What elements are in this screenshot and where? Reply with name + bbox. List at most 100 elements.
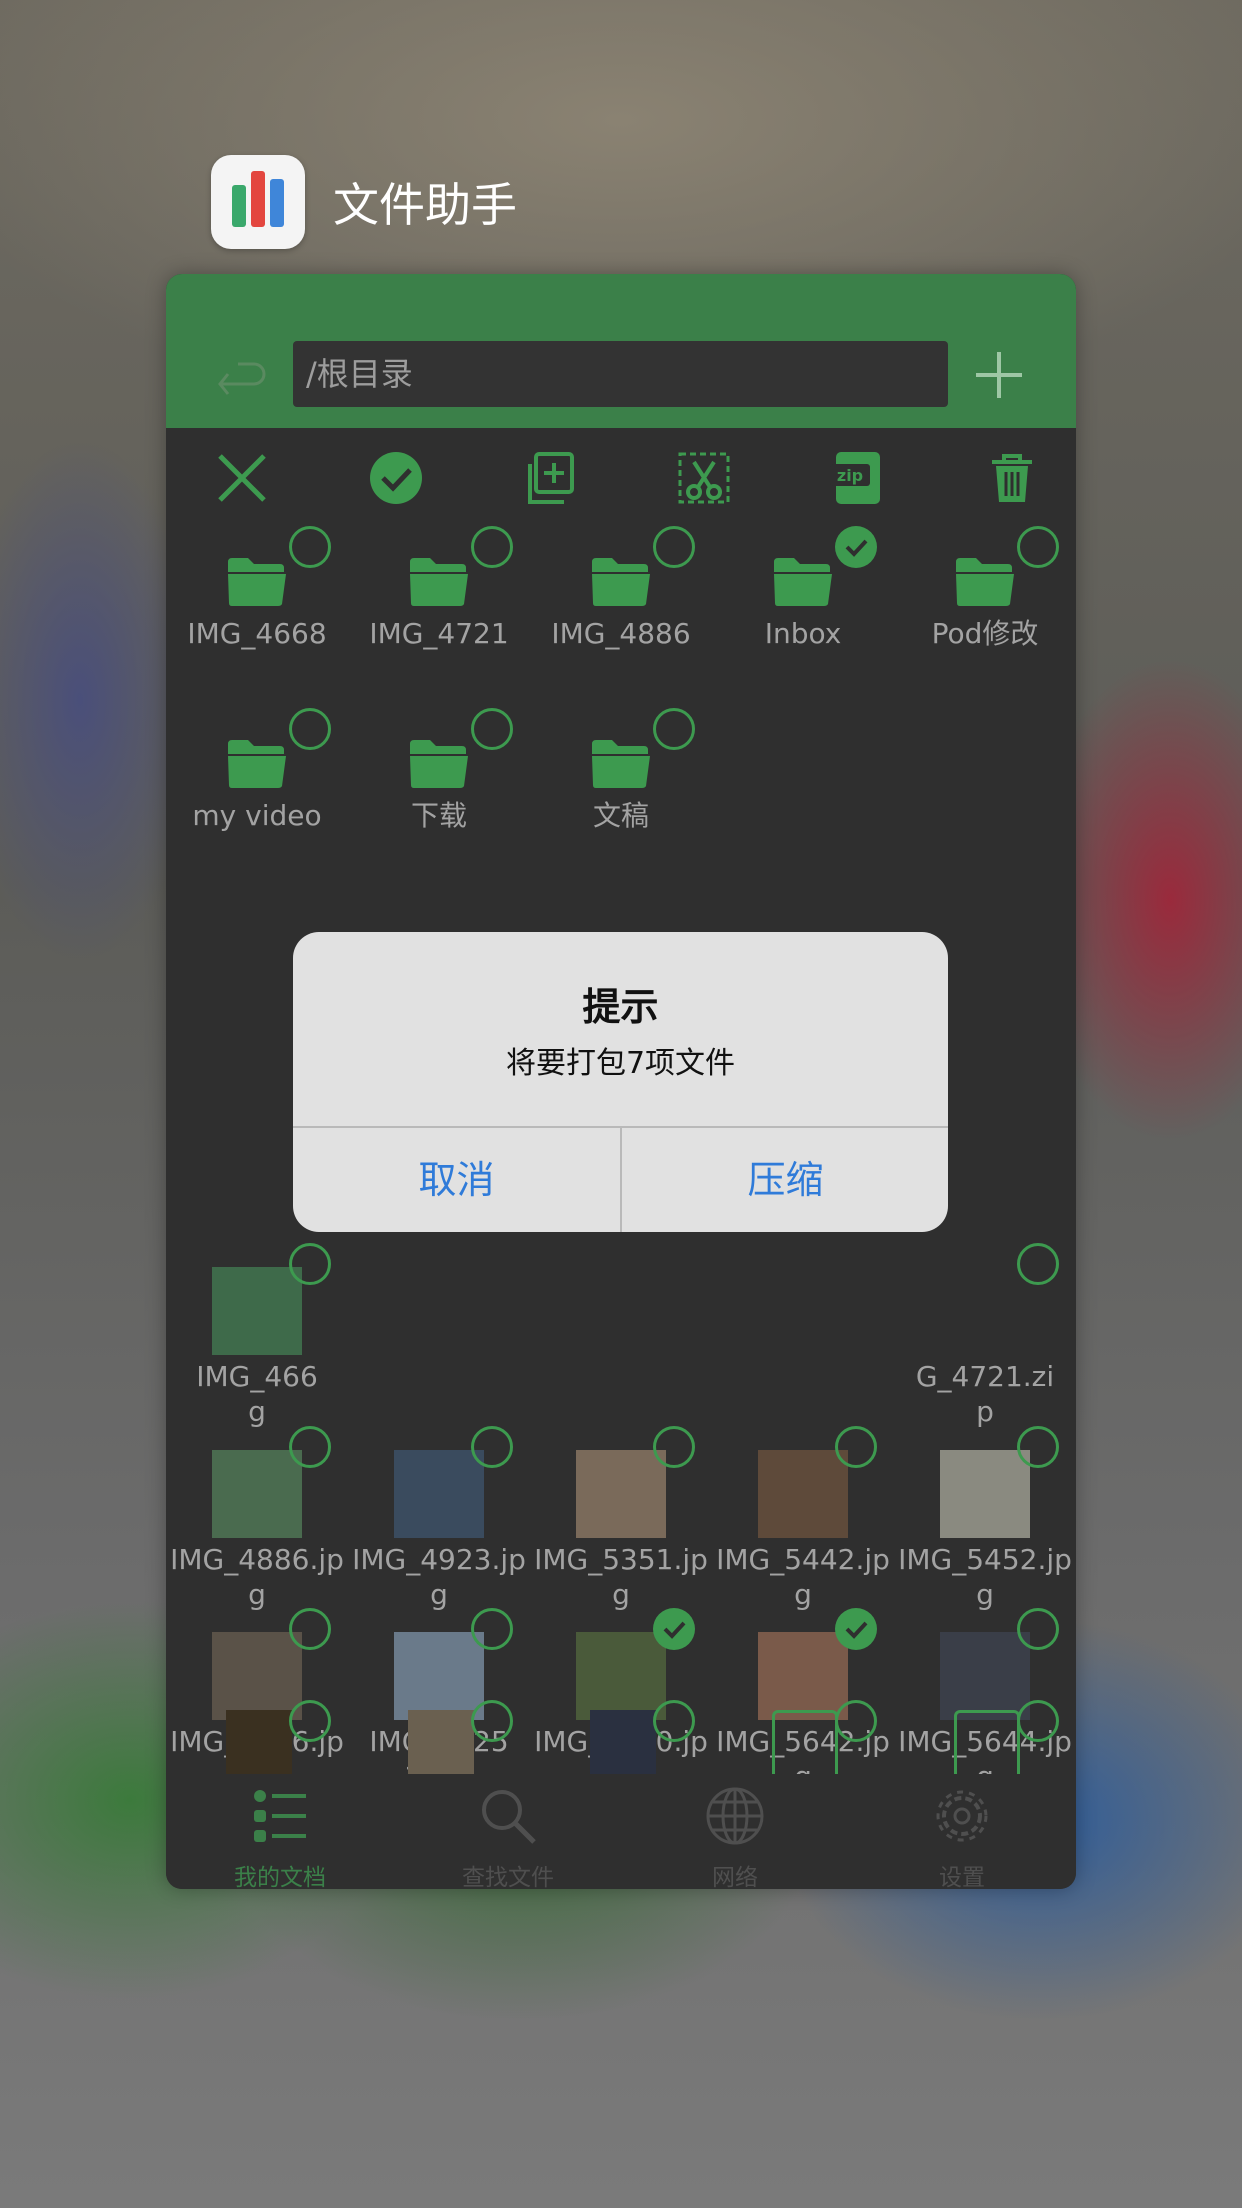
header-bar: /根目录 xyxy=(166,274,1076,428)
photo-thumbnail xyxy=(212,1450,302,1538)
file-item[interactable]: IMG_5452.jp g xyxy=(894,1426,1076,1611)
photo-thumbnail xyxy=(212,1632,302,1720)
tab-bar: 我的文档 查找文件 网络 设置 xyxy=(166,1774,1076,1889)
checkbox[interactable] xyxy=(653,526,695,568)
file-icon[interactable] xyxy=(772,1710,838,1774)
back-icon[interactable] xyxy=(212,354,272,414)
checkbox[interactable] xyxy=(289,526,331,568)
tab-network[interactable]: 网络 xyxy=(621,1774,849,1889)
dialog-title: 提示 xyxy=(582,985,659,1029)
app-name: 文件助手 xyxy=(333,178,517,232)
file-item[interactable]: IMG_5442.jp g xyxy=(712,1426,894,1611)
cancel-button[interactable]: 取消 xyxy=(293,1128,620,1232)
checkbox[interactable] xyxy=(471,1608,513,1650)
select-all-icon[interactable] xyxy=(366,448,426,508)
checkbox[interactable] xyxy=(1017,1700,1059,1742)
photo-thumbnail[interactable] xyxy=(590,1710,656,1774)
folder-item[interactable]: IMG_4668 xyxy=(166,524,348,694)
file-item[interactable]: IMG_466 g xyxy=(166,1243,348,1428)
folder-item[interactable]: IMG_4721 xyxy=(348,524,530,694)
copy-icon[interactable] xyxy=(520,448,580,508)
file-name: IMG_5351.jp xyxy=(534,1543,708,1576)
photo-thumbnail xyxy=(576,1450,666,1538)
checkbox[interactable] xyxy=(1017,1426,1059,1468)
checked-checkbox[interactable] xyxy=(653,1608,695,1650)
checkbox[interactable] xyxy=(289,708,331,750)
trash-icon[interactable] xyxy=(982,448,1042,508)
tab-label: 网络 xyxy=(712,1865,758,1889)
folder-icon xyxy=(590,738,652,794)
edit-toolbar: zip xyxy=(166,428,1076,528)
folder-name: my video xyxy=(192,799,322,832)
checkbox[interactable] xyxy=(835,1700,877,1742)
list-icon xyxy=(254,1790,306,1842)
compress-button[interactable]: 压缩 xyxy=(622,1128,948,1232)
checkbox[interactable] xyxy=(289,1700,331,1742)
photo-thumbnail[interactable] xyxy=(408,1710,474,1774)
checkbox[interactable] xyxy=(653,1700,695,1742)
checkbox[interactable] xyxy=(653,708,695,750)
checked-checkbox[interactable] xyxy=(835,526,877,568)
file-name-wrap: g xyxy=(612,1578,630,1611)
folder-icon xyxy=(408,556,470,612)
folder-name: IMG_4668 xyxy=(187,617,327,650)
folder-item[interactable]: 下载 xyxy=(348,706,530,876)
checkmark-icon xyxy=(663,1621,686,1639)
file-name-wrap: g xyxy=(430,1578,448,1611)
checkbox[interactable] xyxy=(1017,1243,1059,1285)
photo-thumbnail xyxy=(212,1267,302,1355)
checkmark-icon xyxy=(845,539,868,557)
checkbox[interactable] xyxy=(835,1426,877,1468)
app-label[interactable]: 文件助手 xyxy=(211,155,517,249)
file-name: IMG_466 xyxy=(196,1360,318,1393)
checkbox[interactable] xyxy=(471,708,513,750)
tab-search[interactable]: 查找文件 xyxy=(394,1774,622,1889)
checkbox[interactable] xyxy=(289,1426,331,1468)
photo-thumbnail[interactable] xyxy=(226,1710,292,1774)
file-icon[interactable] xyxy=(954,1710,1020,1774)
checkbox[interactable] xyxy=(289,1608,331,1650)
file-name-wrap: g xyxy=(248,1578,266,1611)
tab-settings[interactable]: 设置 xyxy=(848,1774,1076,1889)
file-item[interactable]: IMG_5351.jp g xyxy=(530,1426,712,1611)
file-item[interactable]: IMG_4886.jp g xyxy=(166,1426,348,1611)
folder-item[interactable]: my video xyxy=(166,706,348,876)
file-item[interactable]: IMG_4923.jp g xyxy=(348,1426,530,1611)
checkbox[interactable] xyxy=(1017,1608,1059,1650)
checkbox[interactable] xyxy=(1017,526,1059,568)
folder-name: Inbox xyxy=(764,617,842,650)
folder-icon xyxy=(226,738,288,794)
photo-thumbnail xyxy=(940,1632,1030,1720)
checkbox[interactable] xyxy=(471,1426,513,1468)
folder-item[interactable]: IMG_4886 xyxy=(530,524,712,694)
add-icon[interactable] xyxy=(972,348,1026,402)
folder-name: Pod修改 xyxy=(931,617,1039,650)
file-name-wrap: g xyxy=(794,1578,812,1611)
zip-icon[interactable]: zip xyxy=(828,448,888,508)
checkbox[interactable] xyxy=(471,1700,513,1742)
folder-item[interactable]: 文稿 xyxy=(530,706,712,876)
file-name: IMG_5452.jp xyxy=(898,1543,1072,1576)
photo-thumbnail xyxy=(394,1632,484,1720)
folder-name: IMG_4886 xyxy=(551,617,691,650)
search-icon xyxy=(482,1790,536,1844)
checkbox[interactable] xyxy=(653,1426,695,1468)
globe-icon xyxy=(706,1787,764,1845)
tab-my-documents[interactable]: 我的文档 xyxy=(166,1774,394,1889)
close-icon[interactable] xyxy=(212,448,272,508)
folder-icon xyxy=(954,556,1016,612)
path-field[interactable]: /根目录 xyxy=(293,341,948,407)
file-item[interactable]: G_4721.zi p xyxy=(894,1243,1076,1428)
checked-checkbox[interactable] xyxy=(835,1608,877,1650)
folder-item[interactable]: Inbox xyxy=(712,524,894,694)
checkmark-icon xyxy=(845,1621,868,1639)
file-name: IMG_4886.jp xyxy=(170,1543,344,1576)
tab-label: 设置 xyxy=(939,1865,985,1889)
folder-item[interactable]: Pod修改 xyxy=(894,524,1076,694)
folder-icon xyxy=(226,556,288,612)
cut-icon[interactable] xyxy=(674,448,734,508)
file-name: IMG_5442.jp xyxy=(716,1543,890,1576)
confirm-dialog: 提示 将要打包7项文件 取消 压缩 xyxy=(293,932,948,1232)
checkbox[interactable] xyxy=(471,526,513,568)
checkbox[interactable] xyxy=(289,1243,331,1285)
